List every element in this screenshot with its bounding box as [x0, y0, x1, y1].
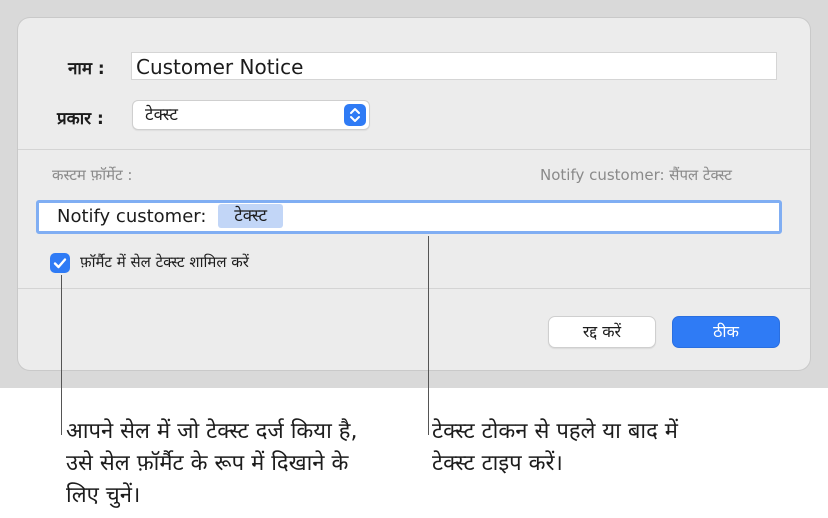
- cancel-button[interactable]: रद्द करें: [548, 316, 656, 348]
- checkmark-icon: [53, 258, 67, 269]
- callout-include-cell-text: आपने सेल में जो टेक्स्ट दर्ज किया है, उस…: [66, 419, 358, 508]
- name-field[interactable]: Customer Notice: [131, 52, 777, 80]
- type-label: प्रकार :: [57, 109, 104, 129]
- custom-format-field[interactable]: Notify customer: टेक्स्ट: [36, 200, 782, 234]
- divider: [18, 149, 810, 150]
- include-cell-text-label: फ़ॉर्मैट में सेल टेक्स्ट शामिल करें: [80, 253, 249, 271]
- type-select[interactable]: टेक्स्ट: [132, 100, 370, 130]
- name-label: नाम :: [68, 59, 105, 79]
- custom-format-label: कस्टम फ़ॉर्मेट :: [52, 166, 133, 184]
- divider: [18, 288, 810, 289]
- ok-button[interactable]: ठीक: [672, 316, 780, 348]
- format-prefix-text: Notify customer:: [57, 206, 207, 227]
- sample-text: Notify customer: सैंपल टेक्स्ट: [540, 166, 732, 184]
- include-cell-text-checkbox[interactable]: [50, 253, 70, 273]
- type-select-value: टेक्स्ट: [145, 105, 178, 125]
- callout-leader-line: [428, 236, 429, 435]
- callout-text-token: टेक्स्ट टोकन से पहले या बाद में टेक्स्ट …: [432, 419, 678, 476]
- chevron-up-down-icon: [344, 104, 366, 126]
- callout-leader-line: [61, 275, 62, 435]
- text-token[interactable]: टेक्स्ट: [218, 204, 284, 228]
